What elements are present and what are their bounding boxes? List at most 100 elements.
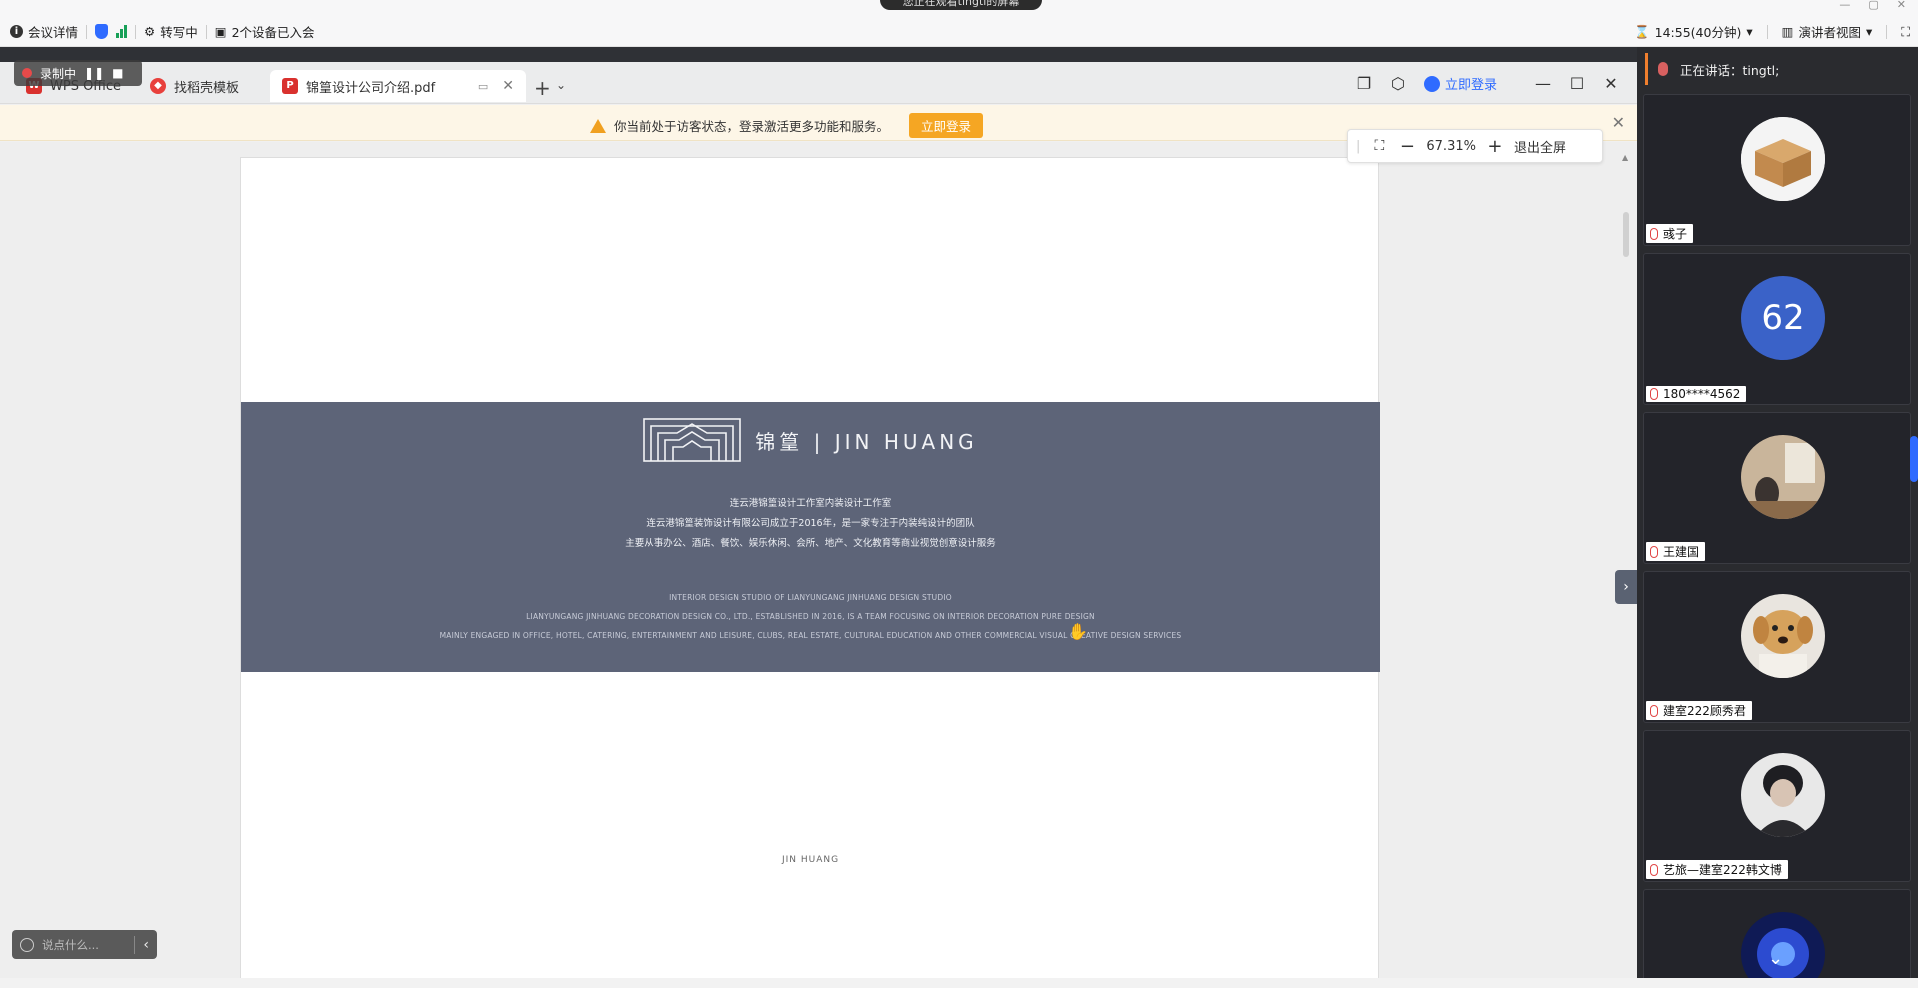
chevron-left-icon[interactable]: ‹ [143, 937, 149, 953]
meeting-details-button[interactable]: i 会议详情 [10, 22, 78, 41]
divider [86, 24, 88, 39]
avatar: 62 [1741, 276, 1825, 360]
participant-name-tag: 彧子 [1646, 224, 1694, 243]
intro-line: INTERIOR DESIGN STUDIO OF LIANYUNGANG JI… [669, 593, 952, 602]
pause-icon[interactable]: ❚❚ [84, 66, 104, 80]
intro-line: MAINLY ENGAGED IN OFFICE, HOTEL, CATERIN… [439, 631, 1182, 640]
user-icon [1423, 75, 1440, 92]
participant-card[interactable]: 彧子 [1643, 94, 1911, 246]
chevron-down-icon: ▾ [1865, 24, 1873, 39]
speaking-indicator: 正在讲话：tingtl; [1645, 53, 1912, 85]
hourglass-icon: ⌛ [1634, 23, 1650, 39]
security-shield-icon[interactable] [95, 24, 109, 39]
cardboard-box-icon [1741, 117, 1825, 201]
zoom-out-button[interactable]: − [1398, 136, 1416, 157]
tab-bar: 录制中 ❚❚ ■ W WPS Office ◆ 找稻壳模板 P 锦篁设计公司介绍… [0, 60, 1637, 104]
close-icon[interactable]: ✕ [1603, 74, 1619, 93]
hand-cursor-icon: ✋ [1068, 622, 1088, 641]
divider [1886, 24, 1888, 39]
monitor-icon[interactable]: ▭ [478, 80, 488, 93]
intro-line: 主要从事办公、酒店、餐饮、娱乐休闲、会所、地产、文化教育等商业视觉创意设计服务 [625, 538, 996, 549]
participant-card[interactable]: 62 180****4562 [1643, 253, 1911, 405]
participant-card[interactable]: 艺旅—建室222韩文博 [1643, 730, 1911, 882]
share-status-pill: 您正在观看tingtl的屏幕 [880, 0, 1042, 10]
close-tab-icon[interactable]: ✕ [502, 78, 514, 94]
stop-icon[interactable]: ■ [112, 66, 123, 80]
minimize-icon[interactable]: — [1535, 74, 1551, 93]
chevron-down-icon[interactable]: ⌄ [1768, 948, 1783, 969]
warning-icon [590, 118, 606, 133]
recording-label: 录制中 [40, 66, 77, 81]
chevron-down-icon[interactable]: ⌄ [556, 78, 566, 92]
emoji-icon[interactable] [20, 937, 34, 952]
minimize-icon[interactable]: — [1839, 0, 1850, 11]
exit-fullscreen-button[interactable]: 退出全屏 [1514, 137, 1566, 156]
meeting-details-label: 会议详情 [28, 25, 79, 40]
avatar [1741, 594, 1825, 678]
mic-muted-icon [1650, 863, 1658, 876]
zoom-in-button[interactable]: + [1486, 136, 1504, 157]
cube-icon[interactable]: ⬡ [1390, 74, 1406, 93]
page-footer-brand: JIN HUANG [781, 855, 840, 865]
signal-icon[interactable] [116, 25, 128, 38]
notice-login-button[interactable]: 立即登录 [909, 113, 984, 138]
document-viewport[interactable]: 锦篁 | JIN HUANG 连云港锦篁设计工作室内装设计工作室 连云港锦篁装饰… [0, 142, 1637, 988]
chat-placeholder: 说点什么... [42, 937, 99, 952]
expand-panel-button[interactable]: › [1615, 570, 1637, 604]
participant-name-tag: 王建国 [1646, 542, 1706, 561]
notice-text: 你当前处于访客状态，登录激活更多功能和服务。 [614, 119, 890, 134]
tile-windows-icon[interactable]: ❐ [1356, 74, 1372, 93]
chat-input[interactable]: 说点什么... ‹ [12, 930, 157, 959]
pdf-page: 锦篁 | JIN HUANG 连云港锦篁设计工作室内装设计工作室 连云港锦篁装饰… [240, 157, 1380, 980]
devices-label: 2个设备已入会 [231, 25, 315, 40]
tab-pdf-document[interactable]: P 锦篁设计公司介绍.pdf ▭ ✕ [270, 70, 526, 102]
scrollbar-thumb[interactable] [1623, 212, 1629, 257]
view-mode-button[interactable]: ▥ 演讲者视图 ▾ [1782, 22, 1873, 41]
intro-line: 连云港锦篁装饰设计有限公司成立于2016年，是一家专注于内装纯设计的团队 [646, 518, 975, 529]
participant-card[interactable]: 建室222顾秀君 [1643, 571, 1911, 723]
avatar [1741, 435, 1825, 519]
participant-name: 彧子 [1663, 227, 1688, 241]
participant-name: 建室222顾秀君 [1663, 704, 1746, 718]
tab-label: 找稻壳模板 [174, 80, 240, 96]
brand-banner: 锦篁 | JIN HUANG 连云港锦篁设计工作室内装设计工作室 连云港锦篁装饰… [241, 402, 1380, 672]
devices-button[interactable]: ▣ 2个设备已入会 [215, 22, 315, 41]
mic-muted-icon [1650, 545, 1658, 558]
maximize-icon[interactable]: ☐ [1569, 74, 1585, 93]
info-icon: i [10, 25, 23, 38]
english-intro: INTERIOR DESIGN STUDIO OF LIANYUNGANG JI… [241, 588, 1380, 645]
restore-icon[interactable]: ▢ [1868, 0, 1878, 11]
intro-line: LIANYUNGANG JINHUANG DECORATION DESIGN C… [526, 612, 1095, 621]
participant-card[interactable]: ⌄ [1643, 889, 1911, 988]
tab-templates[interactable]: ◆ 找稻壳模板 [138, 70, 251, 102]
transcribe-button[interactable]: ⚙ 转写中 [144, 22, 198, 41]
tab-label: 锦篁设计公司介绍.pdf [306, 80, 436, 96]
divider [205, 24, 207, 39]
transcribe-icon: ⚙ [144, 24, 156, 39]
participant-name: 王建国 [1663, 545, 1700, 559]
intro-line: 连云港锦篁设计工作室内装设计工作室 [729, 498, 892, 509]
new-tab-icon[interactable]: + [534, 76, 551, 100]
login-button[interactable]: 立即登录 [1423, 74, 1497, 93]
vertical-scrollbar[interactable]: ▲ ▼ [1620, 153, 1632, 986]
participant-name-tag: 艺旅—建室222韩文博 [1646, 860, 1788, 879]
meeting-window-controls: — ▢ ✕ [1839, 0, 1906, 11]
scroll-up-icon[interactable]: ▲ [1622, 153, 1628, 162]
zoom-toolbar: | ⛶ − 67.31% + 退出全屏 [1347, 129, 1603, 163]
view-mode-label: 演讲者视图 [1798, 25, 1861, 40]
divider: | [1356, 138, 1361, 154]
participant-card[interactable]: 王建国 [1643, 412, 1911, 564]
zoom-level[interactable]: 67.31% [1426, 139, 1476, 154]
fullscreen-icon[interactable]: ⛶ [1901, 24, 1910, 40]
layout-icon: ▥ [1781, 24, 1794, 39]
mic-muted-icon [1650, 388, 1658, 400]
meeting-timer[interactable]: ⌛ 14:55(40分钟) ▾ [1634, 22, 1753, 41]
panel-scroll-handle[interactable] [1910, 436, 1918, 482]
divider [134, 935, 136, 954]
fit-page-icon[interactable]: ⛶ [1370, 138, 1388, 154]
participant-panel: 正在讲话：tingtl; 彧子 62 180****4562 王建国 建室222… [1637, 47, 1918, 988]
chinese-intro: 连云港锦篁设计工作室内装设计工作室 连云港锦篁装饰设计有限公司成立于2016年，… [241, 494, 1380, 554]
mic-muted-icon [1650, 227, 1658, 240]
close-icon[interactable]: ✕ [1897, 0, 1906, 11]
close-icon[interactable]: ✕ [1612, 113, 1625, 132]
